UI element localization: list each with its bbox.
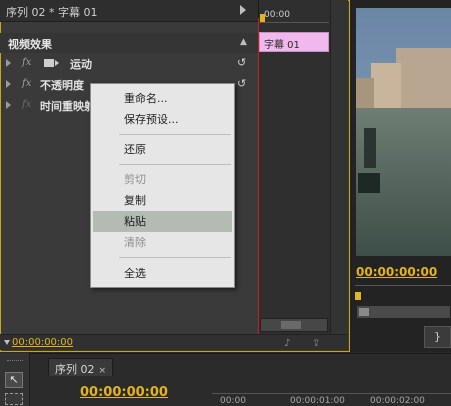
effect-timeline-time: 00:00 [264, 10, 290, 20]
effect-controls-titlebar: 序列 02 * 字幕 01 [0, 0, 258, 22]
expand-triangle-icon[interactable] [6, 80, 11, 88]
effect-timeline-scrollbar[interactable] [260, 318, 328, 332]
video-building [356, 78, 374, 108]
expand-triangle-icon[interactable] [6, 101, 11, 109]
playhead-line[interactable] [258, 18, 259, 334]
menu-item-paste[interactable]: 粘贴 [93, 211, 232, 232]
panel-grip-icon[interactable] [7, 360, 23, 363]
tab-label: 序列 02 [55, 363, 95, 376]
effect-label-time-remap: 时间重映射 [40, 100, 95, 113]
title-clip-label: 字幕 01 [264, 40, 300, 51]
program-playhead-marker-icon[interactable] [355, 292, 361, 300]
tab-sequence-02[interactable]: 序列 02 × [48, 358, 114, 376]
menu-separator [119, 134, 231, 135]
footer-triangle-icon[interactable] [4, 340, 10, 345]
fx-badge-icon[interactable]: fx [22, 78, 31, 89]
footer-timecode[interactable]: 00:00:00:00 [12, 337, 73, 348]
program-monitor-timecode[interactable]: 00:00:00:00 [356, 265, 437, 279]
close-icon[interactable]: × [99, 366, 107, 376]
menu-item-cut: 剪切 [124, 173, 146, 186]
menu-separator [119, 164, 231, 165]
play-triangle-icon[interactable] [240, 5, 246, 15]
effect-controls-footer: 00:00:00:00 ♪ ⇪ [0, 334, 348, 350]
menu-item-rename[interactable]: 重命名... [93, 88, 232, 109]
program-monitor-ruler[interactable] [355, 285, 451, 303]
video-effects-label: 视频效果 [8, 38, 52, 51]
timeline-timecode[interactable]: 00:00:00:00 [80, 385, 168, 400]
video-building [396, 48, 451, 108]
reset-icon[interactable]: ↺ [237, 56, 246, 69]
fx-badge-icon: fx [22, 99, 32, 110]
expand-triangle-icon[interactable] [6, 59, 11, 67]
menu-item-save-preset[interactable]: 保存预设... [93, 109, 232, 130]
track-select-tool-icon[interactable] [5, 393, 23, 405]
video-effects-header[interactable]: 视频效果 ▲ [0, 33, 258, 53]
mark-out-button[interactable]: } [424, 326, 451, 348]
collapse-up-icon[interactable]: ▲ [240, 37, 247, 47]
title-clip[interactable]: 字幕 01 [259, 32, 329, 52]
clip-title: 序列 02 * 字幕 01 [6, 6, 98, 19]
menu-item-copy[interactable]: 复制 [93, 190, 232, 211]
video-boat [364, 128, 376, 168]
effect-controls-vertical-scrollbar[interactable] [330, 0, 348, 334]
scrollbar-thumb[interactable] [281, 321, 301, 329]
menu-separator [119, 257, 231, 258]
motion-icon[interactable] [44, 59, 59, 67]
timeline-ruler[interactable] [212, 393, 451, 394]
export-icon[interactable]: ⇪ [312, 338, 320, 349]
video-boat [358, 173, 380, 193]
timeline-tick: 00:00:01:00 [290, 396, 345, 406]
program-monitor-video[interactable] [356, 8, 451, 256]
reset-icon[interactable]: ↺ [237, 77, 246, 90]
zoom-bar-thumb[interactable] [359, 308, 369, 316]
program-monitor-zoom-bar[interactable] [356, 305, 451, 319]
menu-item-select-all[interactable]: 全选 [93, 263, 232, 284]
timeline-tick: 00:00:02:00 [370, 396, 425, 406]
menu-item-clear: 清除 [124, 236, 146, 249]
effect-label-motion: 运动 [70, 58, 92, 71]
menu-item-reset[interactable]: 还原 [93, 139, 232, 160]
selection-tool-icon[interactable]: ↖ [5, 372, 23, 388]
timeline-tick: 00:00 [220, 396, 246, 406]
effect-label-opacity: 不透明度 [40, 79, 84, 92]
fx-badge-icon[interactable]: fx [22, 57, 31, 68]
audio-icon[interactable]: ♪ [284, 338, 290, 349]
playhead-marker-icon[interactable] [260, 14, 265, 22]
context-menu: 重命名... 保存预设... 还原 剪切 复制 粘贴 清除 全选 [90, 83, 235, 288]
effect-row-motion[interactable]: fx 运动 ↺ [0, 54, 258, 74]
effect-timeline-ruler[interactable] [259, 22, 329, 30]
video-building [371, 63, 401, 108]
